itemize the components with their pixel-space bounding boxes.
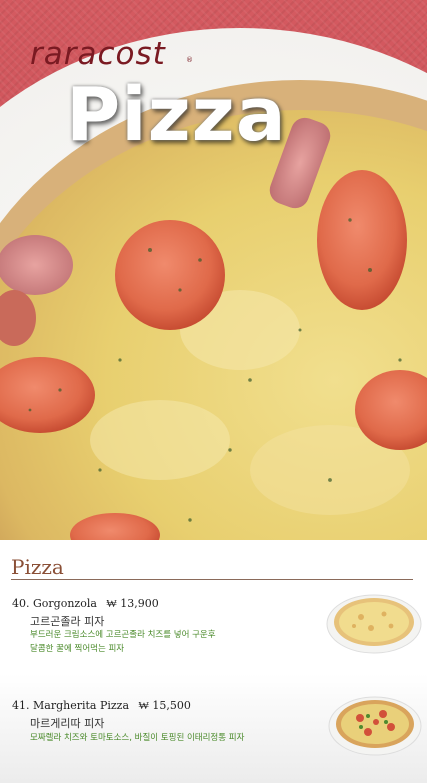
item-name: Margherita Pizza: [33, 699, 130, 712]
item-description: 모짜렐라 치즈와 토마토소스, 바질이 토핑된 이태리정통 피자: [30, 733, 245, 743]
menu-item-margherita[interactable]: 41. Margherita Pizza ₩ 15,500: [12, 699, 191, 712]
menu-item-gorgonzola[interactable]: 40. Gorgonzola ₩ 13,900: [12, 597, 159, 610]
hero-title: Pizza: [66, 72, 287, 158]
item-name: Gorgonzola: [33, 597, 97, 610]
item-name-korean: 고르곤졸라 피자: [30, 615, 105, 628]
gorgonzola-pizza-thumbnail: [326, 594, 422, 654]
item-price: ₩ 13,900: [106, 597, 159, 610]
item-number: 40.: [12, 597, 30, 610]
item-description: 달콤한 꿀에 찍어먹는 피자: [30, 644, 125, 654]
item-description: 부드러운 크림소스에 고르곤졸라 치즈를 넣어 구운후: [30, 630, 216, 640]
item-price: ₩ 15,500: [138, 699, 191, 712]
section-title: Pizza: [11, 555, 64, 579]
registered-mark: ®: [186, 56, 193, 64]
section-divider: [11, 579, 413, 580]
margherita-pizza-thumbnail: [328, 696, 422, 756]
item-number: 41.: [12, 699, 30, 712]
item-name-korean: 마르게리따 피자: [30, 717, 105, 730]
brand-logo: raracost: [30, 36, 166, 72]
hero-image: raracost ® Pizza: [0, 0, 427, 540]
